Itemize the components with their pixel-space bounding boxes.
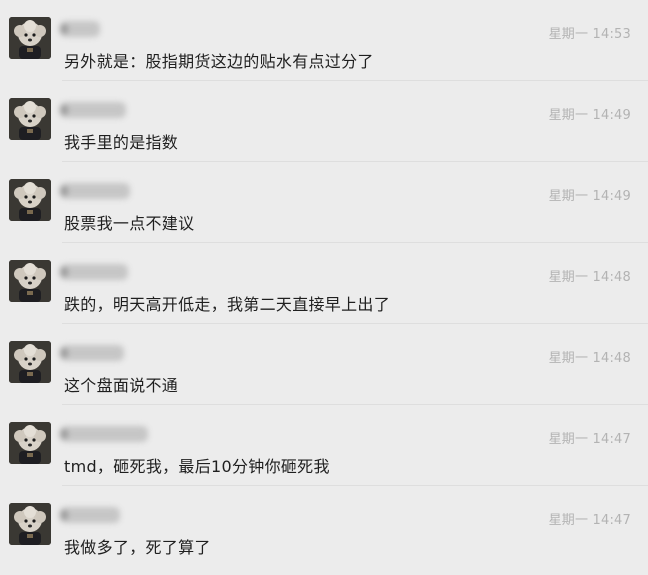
message-time: 星期一 14:49 xyxy=(548,189,631,204)
avatar[interactable] xyxy=(9,17,51,59)
avatar[interactable] xyxy=(9,98,51,140)
message-text: 我做多了，死了算了 xyxy=(64,538,211,557)
message-item[interactable]: 星期一 14:53 另外就是：股指期货这边的贴水有点过分了 xyxy=(0,0,648,81)
message-item[interactable]: 星期一 14:48 这个盘面说不通 xyxy=(0,324,648,405)
message-text: 跌的，明天高开低走，我第二天直接早上出了 xyxy=(64,295,391,314)
message-item[interactable]: 星期一 14:47 tmd，砸死我，最后10分钟你砸死我 xyxy=(0,405,648,486)
sender-name-redacted xyxy=(60,345,124,361)
message-text: 这个盘面说不通 xyxy=(64,376,179,395)
message-text: 股票我一点不建议 xyxy=(64,214,195,233)
sender-name-redacted xyxy=(60,21,100,37)
avatar[interactable] xyxy=(9,260,51,302)
message-time: 星期一 14:47 xyxy=(548,513,631,528)
message-time: 星期一 14:47 xyxy=(548,432,631,447)
message-time: 星期一 14:48 xyxy=(548,351,631,366)
sender-name-redacted xyxy=(60,426,148,442)
message-time: 星期一 14:49 xyxy=(548,108,631,123)
message-text: 我手里的是指数 xyxy=(64,133,179,152)
message-time: 星期一 14:53 xyxy=(548,27,631,42)
avatar[interactable] xyxy=(9,179,51,221)
chat-message-list: 星期一 14:53 另外就是：股指期货这边的贴水有点过分了 星期一 14:49 … xyxy=(0,0,648,575)
sender-name-redacted xyxy=(60,507,120,523)
message-item[interactable]: 星期一 14:47 我做多了，死了算了 xyxy=(0,486,648,567)
message-time: 星期一 14:48 xyxy=(548,270,631,285)
avatar[interactable] xyxy=(9,503,51,545)
avatar[interactable] xyxy=(9,341,51,383)
avatar[interactable] xyxy=(9,422,51,464)
message-item[interactable]: 星期一 14:48 跌的，明天高开低走，我第二天直接早上出了 xyxy=(0,243,648,324)
sender-name-redacted xyxy=(60,183,130,199)
message-text: 另外就是：股指期货这边的贴水有点过分了 xyxy=(64,52,374,71)
message-text: tmd，砸死我，最后10分钟你砸死我 xyxy=(64,457,330,476)
sender-name-redacted xyxy=(60,102,126,118)
message-item[interactable]: 星期一 14:49 我手里的是指数 xyxy=(0,81,648,162)
sender-name-redacted xyxy=(60,264,128,280)
message-item[interactable]: 星期一 14:49 股票我一点不建议 xyxy=(0,162,648,243)
